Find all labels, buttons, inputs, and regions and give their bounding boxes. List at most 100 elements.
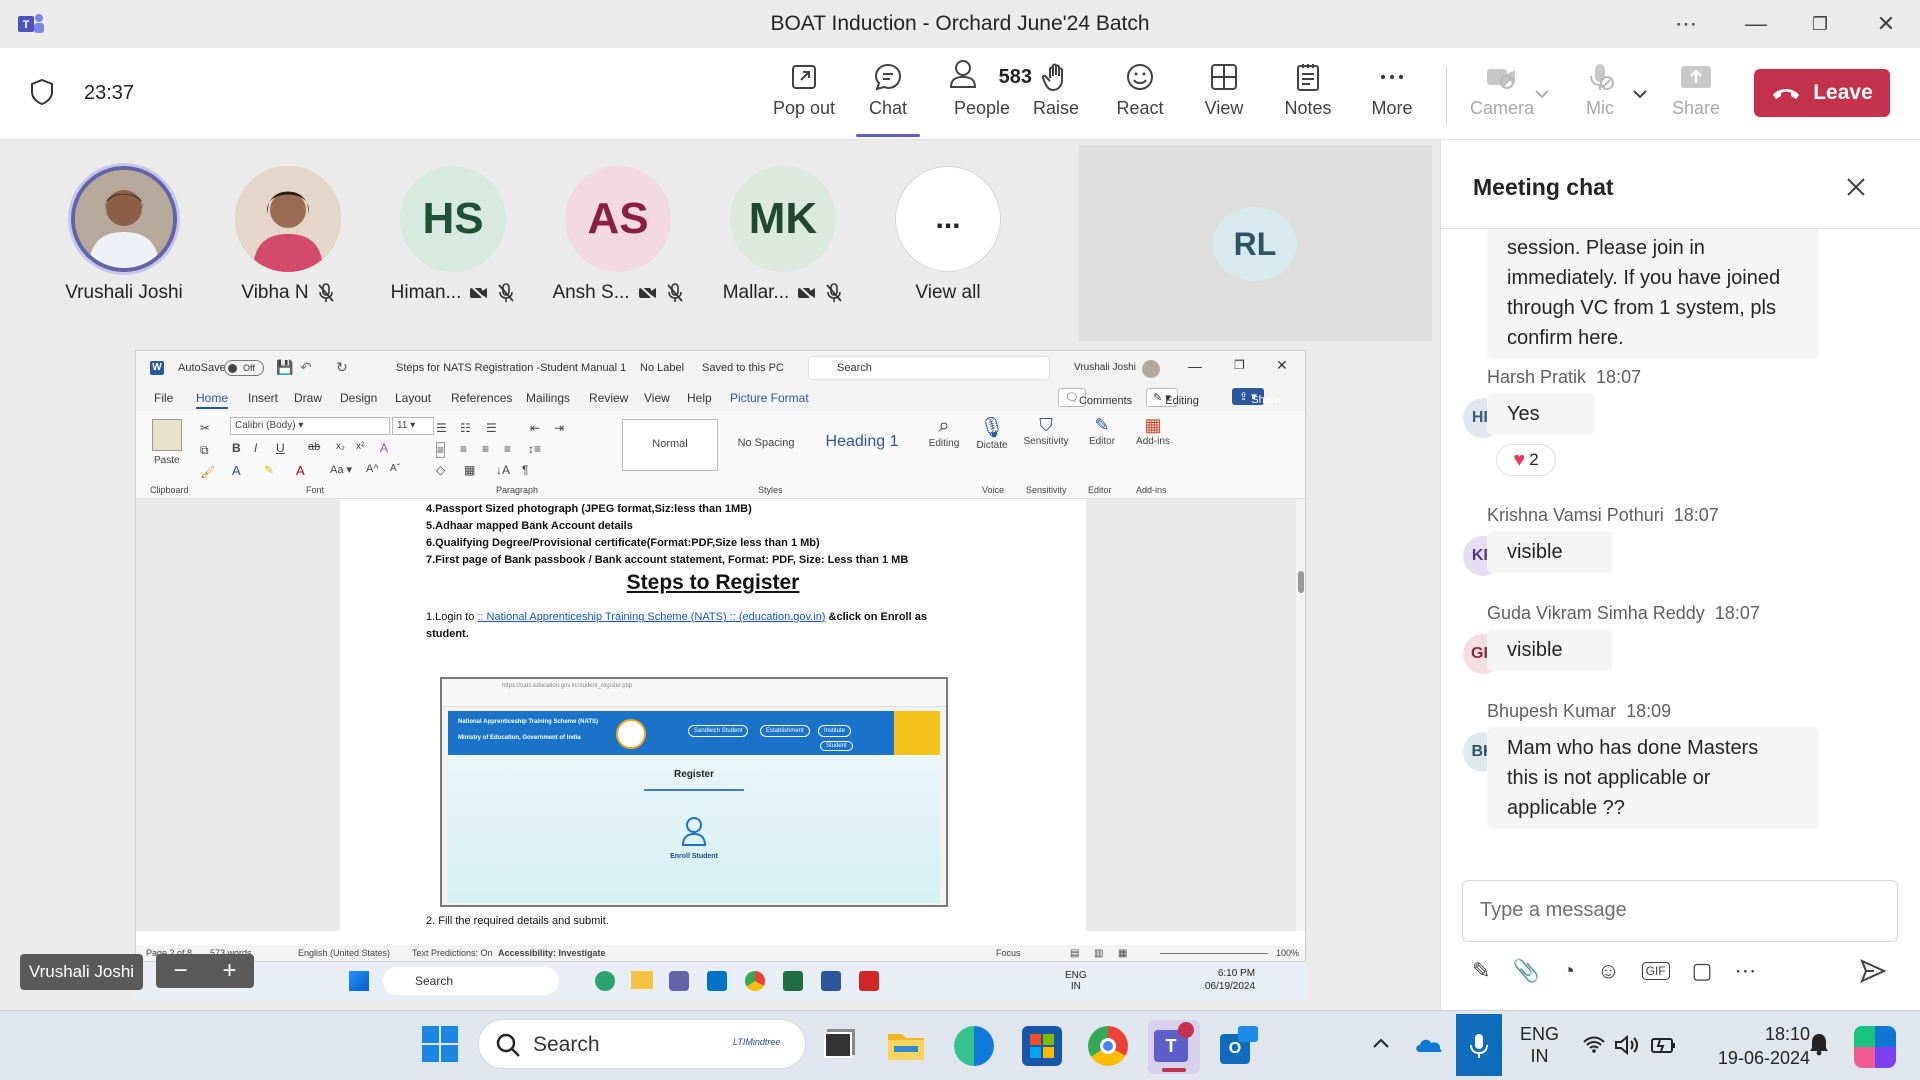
copy-icon[interactable]: ⧉ [200, 443, 209, 458]
cut-icon[interactable]: ✂ [200, 421, 210, 435]
editing-mode-button[interactable]: ✎ Editing ▾ [1146, 388, 1199, 407]
grow-font-button[interactable]: A^ [366, 463, 379, 475]
dictate-tool[interactable]: 🎙 Dictate [972, 415, 1012, 451]
format-painter-icon[interactable]: 🖌 [200, 465, 215, 479]
read-mode-icon[interactable]: ▤ [1070, 948, 1079, 959]
menu-layout[interactable]: Layout [395, 391, 431, 405]
print-layout-icon[interactable]: ▥ [1094, 948, 1103, 959]
spotlight-tile[interactable]: RL [1079, 145, 1432, 341]
teams-icon[interactable] [669, 971, 689, 991]
menu-mailings[interactable]: Mailings [526, 391, 570, 405]
paste-icon[interactable] [152, 419, 182, 451]
close-icon[interactable] [1845, 176, 1867, 198]
zoom-out-button[interactable]: − [173, 957, 187, 985]
show-marks-icon[interactable]: ¶ [522, 463, 528, 477]
mic-active-indicator[interactable] [1456, 1014, 1502, 1076]
acrobat-icon[interactable] [859, 971, 879, 991]
shrink-font-button[interactable]: Aˇ [390, 463, 400, 474]
notes-button[interactable]: Notes [1268, 62, 1348, 119]
style-normal[interactable]: Normal [622, 419, 718, 471]
text-effects-icon[interactable]: A [232, 463, 241, 478]
chevron-up-icon[interactable] [1372, 1036, 1390, 1050]
editing-tool[interactable]: ⌕ Editing [924, 415, 964, 449]
superscript-button[interactable]: x² [356, 441, 364, 452]
embedded-screenshot[interactable]: https://nats.education.gov.in/student_re… [440, 677, 948, 907]
gif-icon[interactable]: GIF [1641, 962, 1670, 980]
more-button[interactable]: More [1352, 62, 1432, 119]
align-left-icon[interactable]: ≡ [436, 442, 446, 458]
taskbar-search-input[interactable]: Search [383, 967, 559, 995]
undo-icon[interactable]: ↶ [300, 359, 312, 376]
battery-icon[interactable] [1650, 1034, 1678, 1056]
view-all-button[interactable]: ... View all [878, 166, 1018, 304]
clock[interactable]: 18:10 19-06-2024 [1700, 1022, 1810, 1070]
addins-tool[interactable]: ▦ Add-ins [1128, 415, 1178, 447]
share-button[interactable]: Share [1656, 62, 1736, 119]
font-name-select[interactable]: Calibri (Body) ▾ [230, 417, 390, 435]
menu-home[interactable]: Home [196, 391, 229, 409]
redo-icon[interactable]: ↻ [336, 359, 348, 376]
file-explorer-icon[interactable] [886, 1026, 926, 1064]
loop-icon[interactable]: ◔ [1562, 958, 1575, 984]
clear-format-icon[interactable]: A [380, 441, 388, 455]
sensitivity-label[interactable]: No Label [640, 362, 684, 374]
participant-tile[interactable]: Vibha N [218, 166, 358, 304]
italic-button[interactable]: I [254, 441, 257, 455]
windows-start-icon[interactable] [420, 1024, 460, 1064]
edge-icon[interactable] [595, 971, 615, 991]
reaction-pill[interactable]: ♥ 2 [1496, 444, 1556, 476]
share-button[interactable]: ⇪ Share ▾ [1232, 388, 1281, 406]
strikethrough-button[interactable]: ab [308, 441, 320, 453]
chevron-down-icon[interactable] [1534, 88, 1550, 100]
highlight-icon[interactable]: ✎ [264, 463, 274, 477]
message-input[interactable]: Type a message [1462, 880, 1898, 942]
predictions-status[interactable]: Text Predictions: On [412, 948, 493, 958]
chat-button[interactable]: Chat [848, 62, 928, 119]
windows-start-icon[interactable] [349, 971, 369, 991]
volume-icon[interactable] [1614, 1034, 1640, 1056]
view-button[interactable]: View [1184, 62, 1264, 119]
participant-tile[interactable]: AS Ansh S... [548, 166, 688, 304]
edge-icon[interactable] [954, 1026, 994, 1066]
line-spacing-icon[interactable]: ↕≡ [528, 442, 541, 456]
sensitivity-tool[interactable]: ⛉ Sensitivity [1016, 415, 1076, 447]
clock[interactable]: 6:10 PM 06/19/2024 [1205, 967, 1255, 993]
shading-icon[interactable]: ◇ [436, 463, 445, 477]
align-right-icon[interactable]: ≡ [482, 442, 489, 456]
focus-button[interactable]: Focus [996, 948, 1021, 958]
bold-button[interactable]: B [232, 441, 241, 455]
onedrive-icon[interactable] [1414, 1034, 1444, 1054]
save-icon[interactable]: 💾 [276, 359, 293, 376]
participant-tile[interactable]: Vrushali Joshi [54, 166, 194, 304]
subscript-button[interactable]: x₂ [336, 441, 345, 452]
document-page[interactable]: 4.Passport Sized photograph (JPEG format… [340, 499, 1086, 931]
zoom-level[interactable]: 100% [1276, 948, 1299, 958]
leave-button[interactable]: Leave [1754, 69, 1890, 117]
menu-file[interactable]: File [154, 391, 173, 405]
folder-icon[interactable] [631, 971, 653, 989]
raise-hand-button[interactable]: Raise [1016, 62, 1096, 119]
language-status[interactable]: English (United States) [298, 948, 390, 958]
menu-picture-format[interactable]: Picture Format [730, 391, 809, 405]
chrome-icon[interactable] [745, 971, 765, 991]
numbering-icon[interactable]: ☷ [460, 421, 471, 435]
attach-icon[interactable]: 📎 [1512, 958, 1539, 984]
close-button[interactable]: ✕ [1276, 357, 1288, 374]
word-icon[interactable] [821, 971, 841, 991]
accessibility-status[interactable]: Accessibility: Investigate [498, 948, 606, 958]
sort-icon[interactable]: ↓A [496, 463, 510, 477]
bell-icon[interactable] [1808, 1032, 1830, 1056]
close-button[interactable]: ✕ [1866, 8, 1906, 40]
font-color-icon[interactable]: A [296, 463, 305, 478]
justify-icon[interactable]: ≡ [504, 442, 511, 456]
emoji-icon[interactable]: ☺ [1597, 958, 1619, 984]
comments-button[interactable]: 🗨 Comments [1058, 388, 1132, 407]
style-no-spacing[interactable]: No Spacing [720, 419, 812, 471]
vertical-scrollbar[interactable] [1296, 499, 1305, 931]
outlook-icon[interactable] [707, 971, 727, 991]
decrease-indent-icon[interactable]: ⇤ [530, 421, 540, 435]
menu-insert[interactable]: Insert [248, 391, 278, 405]
zoom-in-button[interactable]: + [222, 957, 236, 985]
language-indicator[interactable]: ENG IN [1520, 1023, 1559, 1067]
mic-button[interactable]: Mic [1560, 62, 1640, 119]
